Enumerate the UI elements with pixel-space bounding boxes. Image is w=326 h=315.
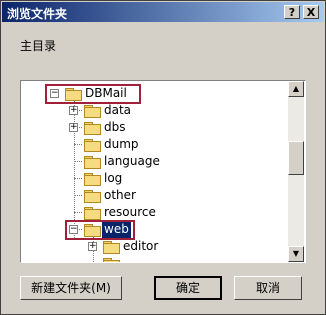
scroll-up-icon[interactable]: ▲ — [288, 81, 304, 97]
tree-item-label: resource — [104, 205, 156, 219]
tree-item-dump[interactable]: dump — [21, 136, 287, 153]
tree-item-web[interactable]: − web — [21, 221, 287, 238]
tree-item-other[interactable]: other — [21, 187, 287, 204]
folder-tree[interactable]: − DBMail + data + dbs dump language log … — [20, 80, 306, 263]
tree-item-label: data — [104, 103, 132, 117]
vertical-scrollbar[interactable]: ▲ ▼ — [288, 81, 304, 262]
new-folder-button[interactable]: 新建文件夹(M) — [20, 276, 122, 300]
scroll-down-icon[interactable]: ▼ — [288, 246, 304, 262]
title-bar: 浏览文件夹 ? X — [2, 2, 324, 22]
help-button[interactable]: ? — [284, 5, 300, 19]
folder-icon — [84, 122, 101, 135]
highlight-box — [45, 84, 141, 104]
tree-item-resource[interactable]: resource — [21, 204, 287, 221]
tree-item-language[interactable]: language — [21, 153, 287, 170]
expand-toggle[interactable]: + — [69, 123, 78, 132]
folder-icon — [103, 241, 120, 254]
folder-icon — [103, 258, 120, 262]
expand-toggle[interactable]: + — [69, 106, 78, 115]
folder-icon — [84, 156, 101, 169]
folder-icon — [84, 139, 101, 152]
tree-item-label: language — [104, 154, 160, 168]
tree-item-label: dbs — [104, 120, 126, 134]
cancel-button[interactable]: 取消 — [234, 276, 302, 300]
tree-item-label: dump — [104, 137, 139, 151]
tree-item-label: editor — [123, 239, 159, 253]
tree-item-dbs[interactable]: + dbs — [21, 119, 287, 136]
tree-item-label: other — [104, 188, 136, 202]
tree-item-log[interactable]: log — [21, 170, 287, 187]
folder-icon — [84, 190, 101, 203]
tree-viewport: − DBMail + data + dbs dump language log … — [21, 81, 287, 262]
folder-icon — [84, 105, 101, 118]
scroll-thumb[interactable] — [288, 141, 304, 175]
close-button[interactable]: X — [303, 5, 319, 19]
expand-toggle[interactable]: + — [88, 242, 97, 251]
ok-button[interactable]: 确定 — [154, 276, 222, 300]
tree-item-label: log — [104, 171, 123, 185]
highlight-box — [65, 220, 135, 240]
folder-icon — [84, 207, 101, 220]
browse-folder-dialog: 浏览文件夹 ? X 主目录 − DBMail + data + dbs dump… — [0, 0, 326, 315]
folder-icon — [84, 173, 101, 186]
prompt-label: 主目录 — [20, 39, 57, 53]
tree-item-editor[interactable]: + editor — [21, 238, 287, 255]
dialog-title: 浏览文件夹 — [7, 7, 68, 21]
tree-item-data[interactable]: + data — [21, 102, 287, 119]
